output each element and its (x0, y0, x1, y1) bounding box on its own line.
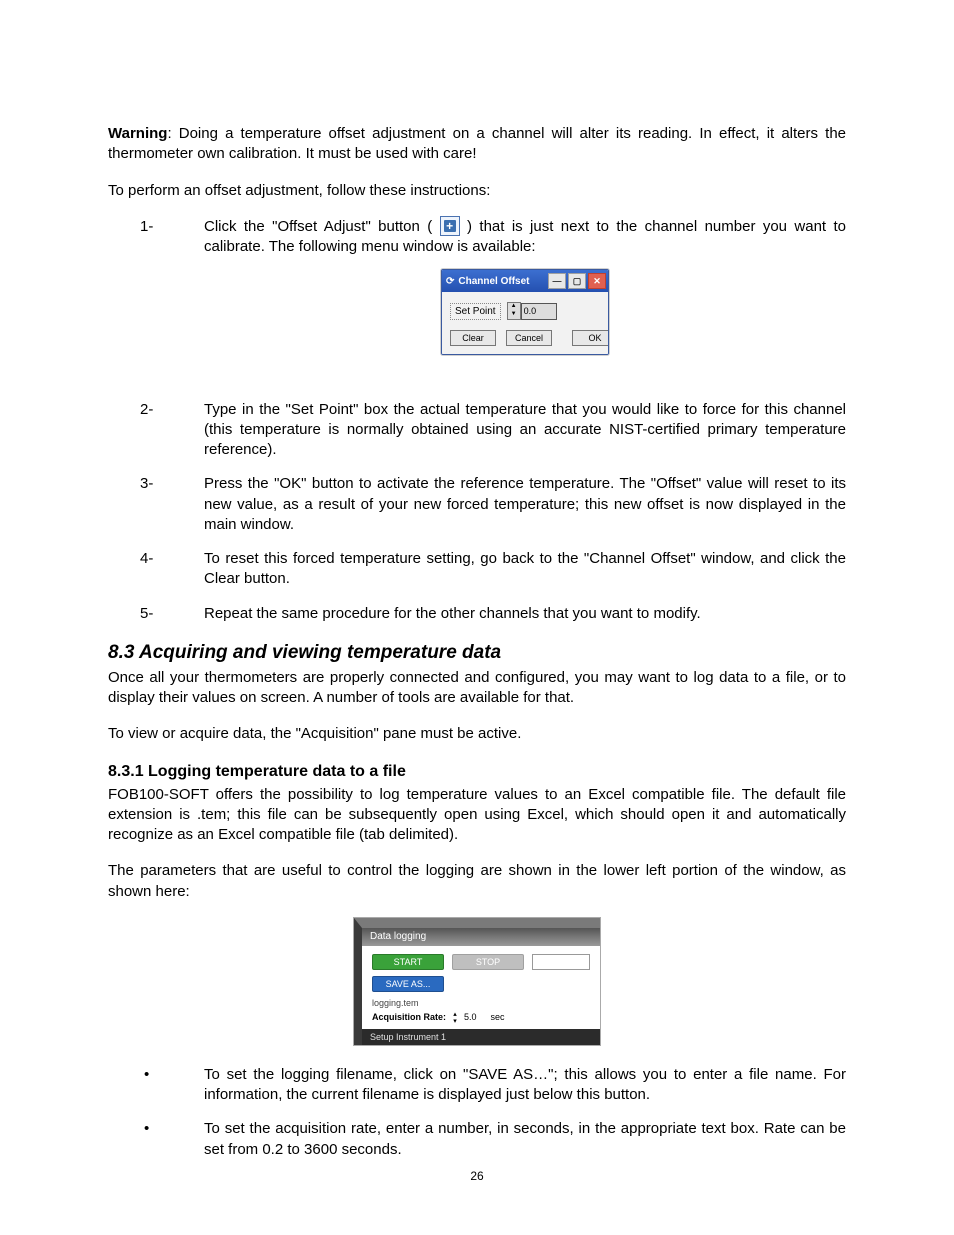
step-number: 4- (108, 549, 204, 590)
step-body: To reset this forced temperature setting… (204, 549, 846, 590)
step-1-text-a: Click the "Offset Adjust" button ( (204, 218, 440, 235)
save-as-button[interactable]: SAVE AS... (372, 976, 444, 992)
bullet-item: • To set the acquisition rate, enter a n… (108, 1119, 846, 1160)
step-4: 4- To reset this forced temperature sett… (108, 549, 846, 590)
panel-header: Data logging (362, 928, 600, 946)
step-1: 1- Click the "Offset Adjust" button ( ) … (108, 217, 846, 386)
set-point-input[interactable] (521, 303, 557, 320)
step-number: 2- (108, 400, 204, 461)
step-body: Press the "OK" button to activate the re… (204, 474, 846, 535)
offset-adjust-icon (440, 216, 460, 236)
bullet-item: • To set the logging filename, click on … (108, 1065, 846, 1106)
step-body: Type in the "Set Point" box the actual t… (204, 400, 846, 461)
step-2: 2- Type in the "Set Point" box the actua… (108, 400, 846, 461)
recycle-icon: ⟳ (446, 275, 454, 289)
log-status-field (532, 954, 590, 970)
warning-label: Warning (108, 125, 167, 142)
subsection-heading: 8.3.1 Logging temperature data to a file (108, 763, 846, 781)
step-body: Repeat the same procedure for the other … (204, 604, 846, 624)
bullet-list: • To set the logging filename, click on … (108, 1065, 846, 1160)
warning-paragraph: Warning: Doing a temperature offset adju… (108, 124, 846, 165)
subsection-paragraph-2: The parameters that are useful to contro… (108, 861, 846, 902)
data-logging-panel: Data logging START STOP SAVE AS... loggi… (354, 918, 600, 1045)
cancel-button[interactable]: Cancel (506, 330, 552, 346)
section-heading: 8.3 Acquiring and viewing temperature da… (108, 642, 846, 664)
acquisition-rate-value: 5.0 (464, 1012, 477, 1022)
step-body: Click the "Offset Adjust" button ( ) tha… (204, 217, 846, 386)
bullet-text: To set the logging filename, click on "S… (204, 1065, 846, 1106)
acquisition-rate-unit: sec (491, 1012, 505, 1022)
ok-button[interactable]: OK (572, 330, 609, 346)
channel-offset-dialog: ⟳ Channel Offset — ▢ ✕ Set Point ▲▼ (441, 269, 609, 355)
step-number: 5- (108, 604, 204, 624)
step-3: 3- Press the "OK" button to activate the… (108, 474, 846, 535)
dialog-titlebar: ⟳ Channel Offset — ▢ ✕ (442, 270, 608, 292)
maximize-button[interactable]: ▢ (568, 273, 586, 289)
ordered-steps: 1- Click the "Offset Adjust" button ( ) … (108, 217, 846, 624)
bullet-mark: • (108, 1065, 204, 1106)
set-point-spinner[interactable]: ▲▼ (507, 302, 521, 320)
section-paragraph-1: Once all your thermometers are properly … (108, 668, 846, 709)
close-button[interactable]: ✕ (588, 273, 606, 289)
panel-footer: Setup Instrument 1 (362, 1029, 600, 1045)
stop-button[interactable]: STOP (452, 954, 524, 970)
clear-button[interactable]: Clear (450, 330, 496, 346)
bullet-text: To set the acquisition rate, enter a num… (204, 1119, 846, 1160)
step-number: 1- (108, 217, 204, 386)
dialog-title: Channel Offset (458, 275, 546, 289)
section-paragraph-2: To view or acquire data, the "Acquisitio… (108, 724, 846, 744)
start-button[interactable]: START (372, 954, 444, 970)
log-filename: logging.tem (372, 998, 590, 1008)
intro-paragraph: To perform an offset adjustment, follow … (108, 181, 846, 201)
warning-text: : Doing a temperature offset adjustment … (108, 125, 846, 162)
dialog-body: Set Point ▲▼ Clear Cancel OK (442, 292, 608, 354)
set-point-label: Set Point (450, 303, 501, 321)
rate-spinner[interactable]: ▴▾ (450, 1011, 460, 1023)
panel-body: START STOP SAVE AS... logging.tem Acquis… (362, 946, 600, 1029)
step-number: 3- (108, 474, 204, 535)
acquisition-rate-label: Acquisition Rate: (372, 1012, 446, 1022)
subsection-paragraph-1: FOB100-SOFT offers the possibility to lo… (108, 785, 846, 846)
minimize-button[interactable]: — (548, 273, 566, 289)
page-number: 26 (0, 1169, 954, 1183)
step-5: 5- Repeat the same procedure for the oth… (108, 604, 846, 624)
document-page: Warning: Doing a temperature offset adju… (0, 0, 954, 1235)
bullet-mark: • (108, 1119, 204, 1160)
